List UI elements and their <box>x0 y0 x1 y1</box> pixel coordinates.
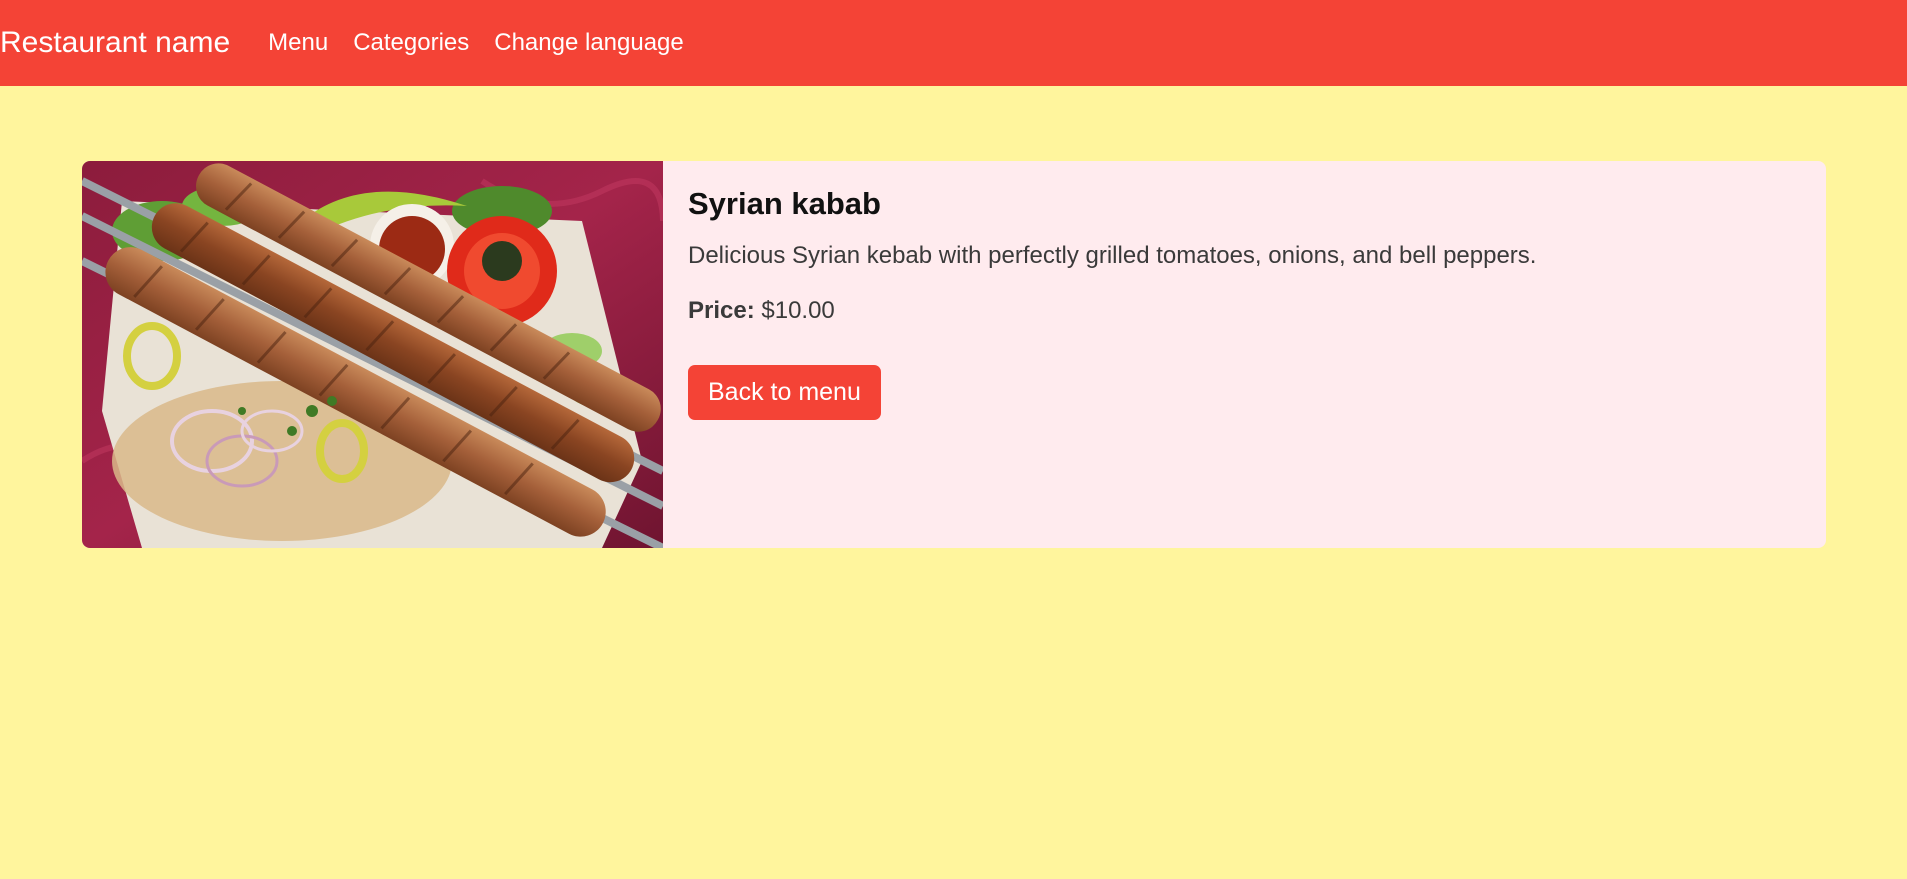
nav-link-categories[interactable]: Categories <box>353 29 469 57</box>
price-value: $10.00 <box>761 297 835 325</box>
top-navbar: Restaurant name Menu Categories Change l… <box>0 0 1907 86</box>
dish-image <box>82 161 663 548</box>
dish-card: Syrian kabab Delicious Syrian kebab with… <box>82 161 1826 548</box>
nav-link-menu[interactable]: Menu <box>268 29 328 57</box>
nav-links: Menu Categories Change language <box>268 29 709 57</box>
dish-title: Syrian kabab <box>688 186 881 221</box>
kebab-platter-photo <box>82 161 663 548</box>
price-label: Price: <box>688 297 755 325</box>
price-line: Price: $10.00 <box>688 297 1801 325</box>
back-to-menu-button[interactable]: Back to menu <box>688 365 881 421</box>
dish-description: Delicious Syrian kebab with perfectly gr… <box>688 242 1537 270</box>
brand-link[interactable]: Restaurant name <box>0 26 230 60</box>
dish-details: Syrian kabab Delicious Syrian kebab with… <box>663 161 1826 548</box>
nav-link-change-language[interactable]: Change language <box>494 29 684 57</box>
